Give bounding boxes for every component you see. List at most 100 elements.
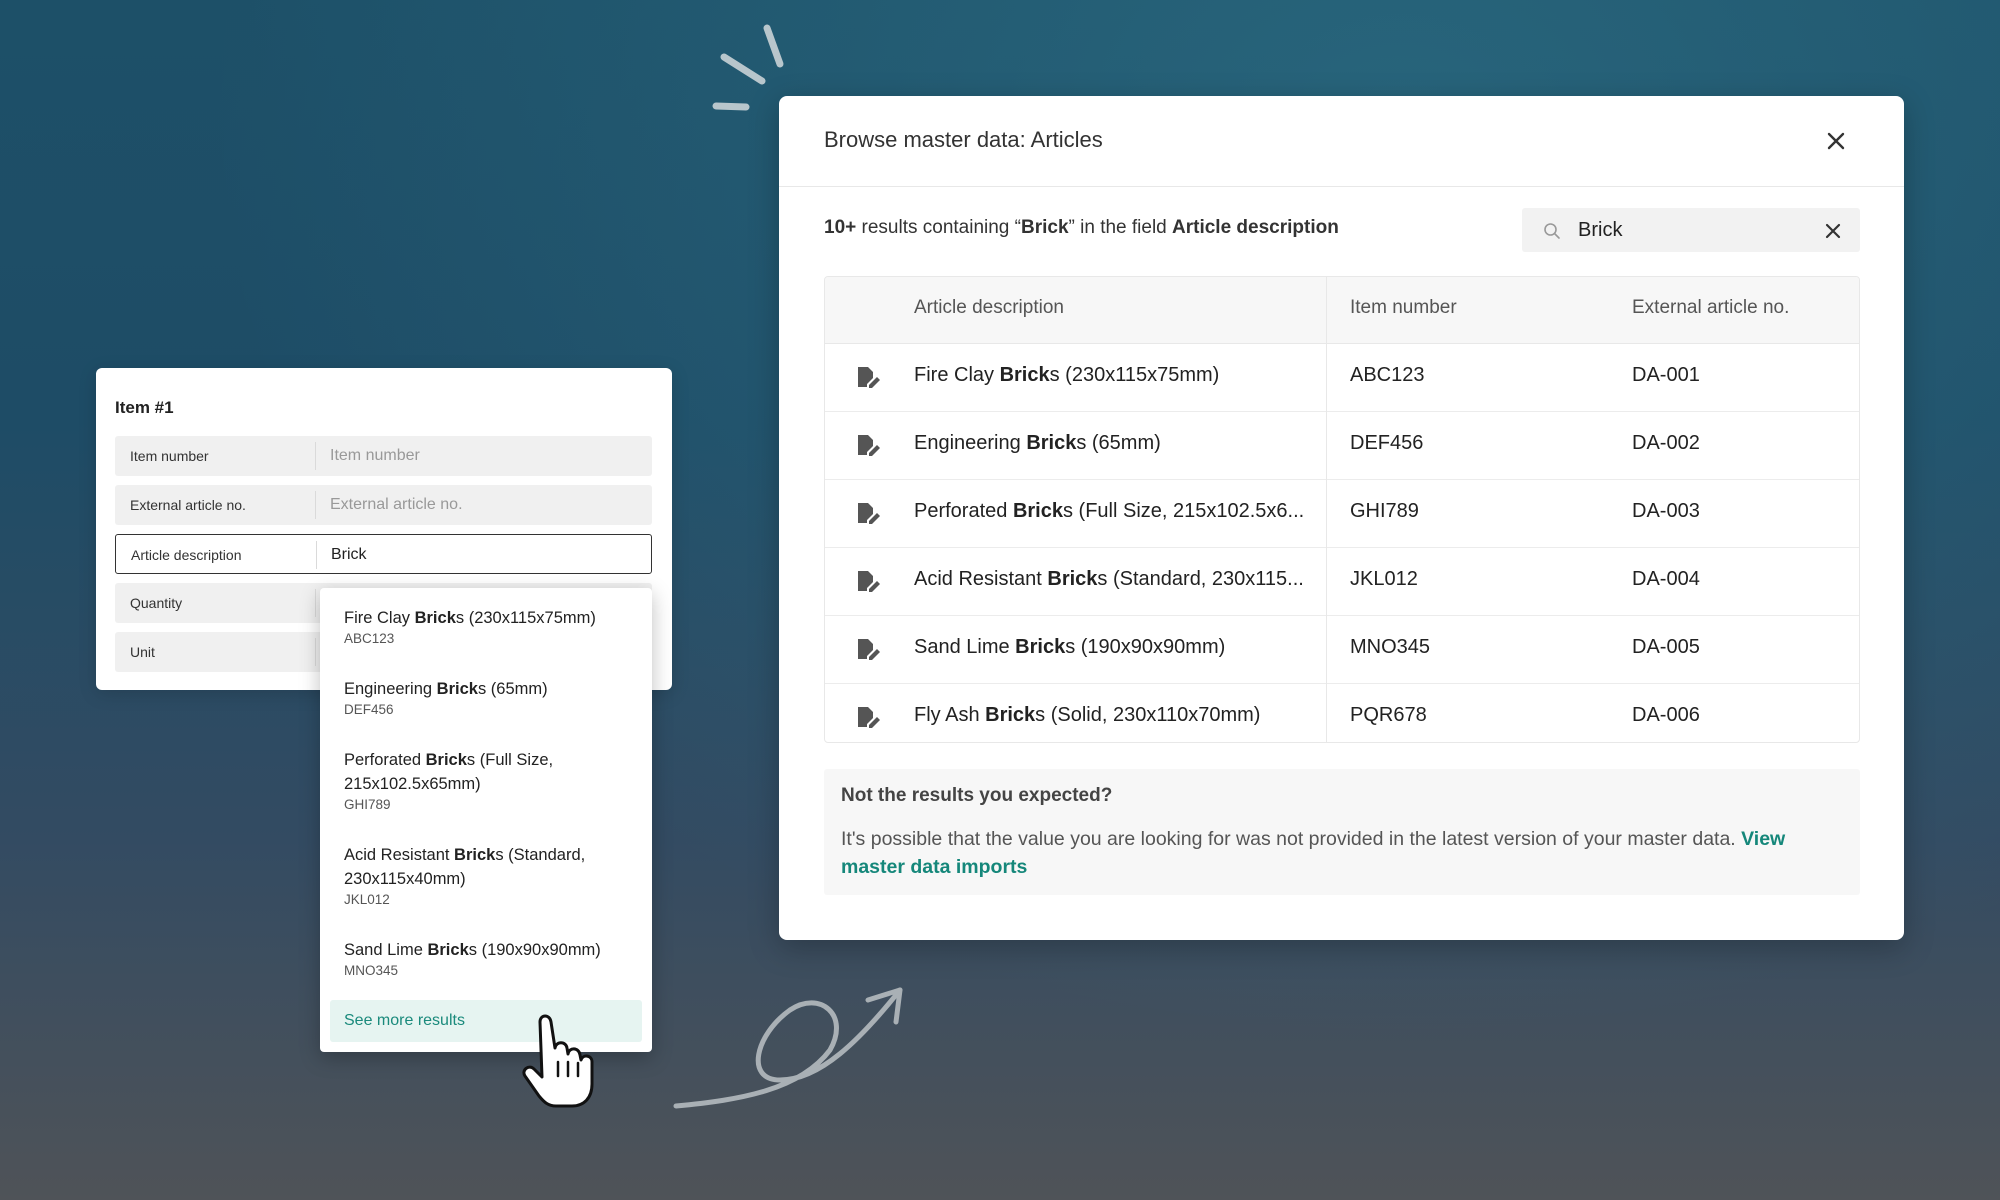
external-article-cell: DA-004 [1632, 568, 1700, 590]
item-number-cell: PQR678 [1350, 704, 1427, 726]
option-text: 230x115x40mm) [344, 870, 466, 888]
option-text: Acid Resistant [344, 846, 455, 864]
table-row[interactable]: Engineering Bricks (65mm) DEF456 DA-002 [825, 411, 1859, 480]
summary-text: ” in the field [1068, 217, 1173, 238]
option-text: Engineering [344, 680, 437, 698]
search-icon [1544, 223, 1560, 239]
table-row[interactable]: Sand Lime Bricks (190x90x90mm) MNO345 DA… [825, 615, 1859, 684]
cell-match: Brick [1047, 568, 1098, 590]
cell-text: s (Solid, 230x110x70mm) [1035, 704, 1261, 726]
item-number-input[interactable]: Item number [330, 447, 420, 465]
curly-arrow-icon [673, 987, 903, 1109]
results-summary: 10+ results containing “Brick” in the fi… [824, 217, 1339, 239]
dropdown-option[interactable]: Perforated Bricks (Full Size, 215x102.5x6… [344, 748, 634, 812]
article-description-cell: Engineering Bricks (65mm) [914, 432, 1161, 455]
article-description-input[interactable]: Brick [331, 546, 367, 564]
external-article-cell: DA-002 [1632, 432, 1700, 454]
option-text: Perforated [344, 751, 426, 769]
edit-document-icon[interactable] [855, 501, 881, 525]
autocomplete-dropdown: Fire Clay Bricks (230x115x75mm) ABC123 E… [320, 588, 652, 1052]
external-article-input[interactable]: External article no. [330, 496, 463, 514]
item-number-cell: DEF456 [1350, 432, 1424, 454]
edit-document-icon[interactable] [855, 433, 881, 457]
field-label: Item number [130, 448, 209, 464]
item-number-cell: GHI789 [1350, 500, 1419, 522]
results-table: Article description Item number External… [824, 276, 1860, 743]
field-divider [316, 541, 317, 569]
clear-search-icon[interactable] [1822, 220, 1844, 242]
browse-master-data-modal: Browse master data: Articles 10+ results… [779, 96, 1904, 940]
article-description-cell: Fly Ash Bricks (Solid, 230x110x70mm) [914, 704, 1260, 727]
modal-header: Browse master data: Articles [779, 96, 1904, 187]
search-term: Brick [1020, 217, 1069, 238]
cell-text: Engineering [914, 432, 1027, 454]
option-text: s (190x90x90mm) [468, 941, 601, 959]
article-description-cell: Sand Lime Bricks (190x90x90mm) [914, 636, 1225, 659]
option-code: DEF456 [344, 702, 394, 717]
field-label: Unit [130, 644, 155, 660]
edit-document-icon[interactable] [855, 705, 881, 729]
option-text: Sand Lime [344, 941, 428, 959]
see-more-label: See more results [344, 1012, 465, 1029]
dropdown-option[interactable]: Fire Clay Bricks (230x115x75mm) ABC123 [344, 606, 634, 646]
external-article-cell: DA-005 [1632, 636, 1700, 658]
hint-text: It's possible that the value you are loo… [841, 828, 1742, 850]
search-value[interactable]: Brick [1578, 219, 1622, 242]
search-field-name: Article description [1172, 217, 1339, 238]
edit-document-icon[interactable] [855, 637, 881, 661]
cell-match: Brick [999, 364, 1050, 386]
see-more-results-button[interactable]: See more results [330, 1000, 642, 1042]
hint-title: Not the results you expected? [841, 785, 1113, 806]
option-match: Brick [427, 941, 469, 959]
article-description-field[interactable]: Article description Brick [115, 534, 652, 574]
item-number-cell: JKL012 [1350, 568, 1418, 590]
option-text: s (230x115x75mm) [455, 609, 596, 627]
table-row[interactable]: Perforated Bricks (Full Size, 215x102.5x… [825, 479, 1859, 548]
option-text: 215x102.5x65mm) [344, 775, 481, 793]
cell-text: Acid Resistant [914, 568, 1048, 590]
option-text: s (Full Size, [466, 751, 554, 769]
external-article-field[interactable]: External article no. External article no… [115, 485, 652, 525]
dropdown-option[interactable]: Sand Lime Bricks (190x90x90mm) MNO345 [344, 938, 634, 978]
field-divider [315, 491, 316, 519]
table-row[interactable]: Fire Clay Bricks (230x115x75mm) ABC123 D… [825, 343, 1859, 412]
article-description-cell: Perforated Bricks (Full Size, 215x102.5x… [914, 500, 1304, 523]
table-row[interactable]: Fly Ash Bricks (Solid, 230x110x70mm) PQR… [825, 683, 1859, 742]
option-match: Brick [436, 680, 478, 698]
edit-document-icon[interactable] [855, 569, 881, 593]
option-match: Brick [414, 609, 456, 627]
dropdown-option[interactable]: Engineering Bricks (65mm) DEF456 [344, 677, 634, 717]
option-code: GHI789 [344, 797, 391, 812]
option-match: Brick [425, 751, 467, 769]
sparkle-marks [712, 24, 784, 111]
edit-document-icon[interactable] [855, 365, 881, 389]
cell-match: Brick [1015, 636, 1066, 658]
results-count: 10+ [824, 217, 857, 238]
column-divider [1326, 277, 1327, 742]
no-results-hint: Not the results you expected? It's possi… [824, 769, 1860, 895]
cell-text: s (Standard, 230x115... [1097, 568, 1304, 590]
field-label: External article no. [130, 497, 246, 513]
column-header-article-description: Article description [914, 297, 1064, 318]
field-divider [315, 638, 316, 666]
close-icon[interactable] [1821, 126, 1851, 156]
item-number-cell: MNO345 [1350, 636, 1431, 658]
cell-match: Brick [1012, 500, 1063, 522]
option-text: Fire Clay [344, 609, 415, 627]
search-input[interactable]: Brick [1522, 208, 1860, 252]
dropdown-option[interactable]: Acid Resistant Bricks (Standard, 230x115x… [344, 843, 634, 907]
option-text: s (65mm) [477, 680, 548, 698]
summary-text: results containing “ [856, 217, 1021, 238]
external-article-cell: DA-001 [1632, 364, 1700, 386]
cell-text: s (Full Size, 215x102.5x6... [1062, 500, 1305, 522]
item-number-cell: ABC123 [1350, 364, 1425, 386]
article-description-cell: Acid Resistant Bricks (Standard, 230x115… [914, 568, 1304, 591]
item-number-field[interactable]: Item number Item number [115, 436, 652, 476]
option-match: Brick [454, 846, 496, 864]
table-header: Article description Item number External… [825, 277, 1859, 344]
cell-text: Sand Lime [914, 636, 1016, 658]
cell-text: s (190x90x90mm) [1065, 636, 1226, 658]
table-row[interactable]: Acid Resistant Bricks (Standard, 230x115… [825, 547, 1859, 616]
hint-body: It's possible that the value you are loo… [841, 825, 1841, 881]
option-text: s (Standard, [495, 846, 586, 864]
